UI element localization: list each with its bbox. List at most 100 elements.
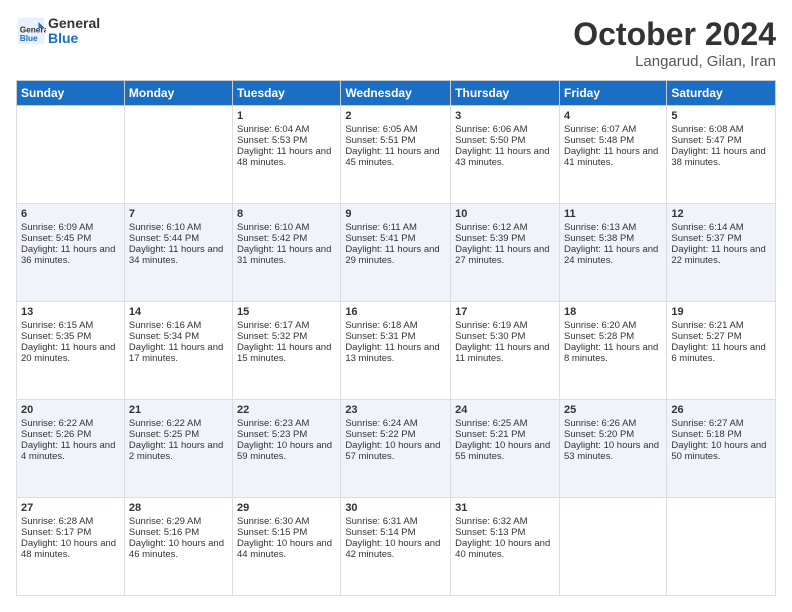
day-number: 21	[129, 404, 228, 416]
day-number: 25	[564, 404, 662, 416]
sunset: Sunset: 5:39 PM	[455, 233, 525, 244]
calendar-cell: 4Sunrise: 6:07 AMSunset: 5:48 PMDaylight…	[559, 106, 666, 204]
calendar-cell: 22Sunrise: 6:23 AMSunset: 5:23 PMDayligh…	[233, 400, 341, 498]
sunset: Sunset: 5:16 PM	[129, 527, 199, 538]
calendar-cell: 24Sunrise: 6:25 AMSunset: 5:21 PMDayligh…	[451, 400, 560, 498]
sunset: Sunset: 5:22 PM	[345, 429, 415, 440]
svg-text:Blue: Blue	[20, 34, 38, 43]
daylight: Daylight: 10 hours and 46 minutes.	[129, 538, 224, 560]
daylight: Daylight: 11 hours and 38 minutes.	[671, 146, 765, 168]
calendar-cell: 1Sunrise: 6:04 AMSunset: 5:53 PMDaylight…	[233, 106, 341, 204]
calendar-cell: 25Sunrise: 6:26 AMSunset: 5:20 PMDayligh…	[559, 400, 666, 498]
sunrise: Sunrise: 6:08 AM	[671, 124, 743, 135]
sunset: Sunset: 5:53 PM	[237, 135, 307, 146]
day-header-sunday: Sunday	[17, 81, 125, 106]
daylight: Daylight: 11 hours and 2 minutes.	[129, 440, 223, 462]
page: General Blue General Blue October 2024 L…	[0, 0, 792, 612]
sunset: Sunset: 5:20 PM	[564, 429, 634, 440]
calendar-cell: 30Sunrise: 6:31 AMSunset: 5:14 PMDayligh…	[341, 498, 451, 596]
sunset: Sunset: 5:30 PM	[455, 331, 525, 342]
daylight: Daylight: 10 hours and 55 minutes.	[455, 440, 550, 462]
daylight: Daylight: 10 hours and 48 minutes.	[21, 538, 116, 560]
daylight: Daylight: 11 hours and 31 minutes.	[237, 244, 331, 266]
sunrise: Sunrise: 6:27 AM	[671, 418, 743, 429]
calendar-cell	[559, 498, 666, 596]
calendar-cell: 12Sunrise: 6:14 AMSunset: 5:37 PMDayligh…	[667, 204, 776, 302]
sunset: Sunset: 5:45 PM	[21, 233, 91, 244]
daylight: Daylight: 11 hours and 43 minutes.	[455, 146, 549, 168]
daylight: Daylight: 11 hours and 24 minutes.	[564, 244, 658, 266]
logo: General Blue General Blue	[16, 16, 100, 47]
daylight: Daylight: 11 hours and 20 minutes.	[21, 342, 115, 364]
sunrise: Sunrise: 6:26 AM	[564, 418, 636, 429]
day-number: 15	[237, 306, 336, 318]
day-header-monday: Monday	[124, 81, 232, 106]
day-number: 1	[237, 110, 336, 122]
sunset: Sunset: 5:17 PM	[21, 527, 91, 538]
sunset: Sunset: 5:50 PM	[455, 135, 525, 146]
day-number: 20	[21, 404, 120, 416]
sunset: Sunset: 5:48 PM	[564, 135, 634, 146]
calendar-cell: 2Sunrise: 6:05 AMSunset: 5:51 PMDaylight…	[341, 106, 451, 204]
calendar-cell	[124, 106, 232, 204]
day-number: 29	[237, 502, 336, 514]
calendar-cell: 23Sunrise: 6:24 AMSunset: 5:22 PMDayligh…	[341, 400, 451, 498]
subtitle: Langarud, Gilan, Iran	[573, 53, 776, 70]
sunrise: Sunrise: 6:13 AM	[564, 222, 636, 233]
calendar-cell: 3Sunrise: 6:06 AMSunset: 5:50 PMDaylight…	[451, 106, 560, 204]
daylight: Daylight: 11 hours and 36 minutes.	[21, 244, 115, 266]
sunrise: Sunrise: 6:16 AM	[129, 320, 201, 331]
day-number: 11	[564, 208, 662, 220]
sunset: Sunset: 5:13 PM	[455, 527, 525, 538]
sunrise: Sunrise: 6:22 AM	[21, 418, 93, 429]
sunrise: Sunrise: 6:20 AM	[564, 320, 636, 331]
sunrise: Sunrise: 6:14 AM	[671, 222, 743, 233]
sunset: Sunset: 5:51 PM	[345, 135, 415, 146]
sunrise: Sunrise: 6:19 AM	[455, 320, 527, 331]
day-header-friday: Friday	[559, 81, 666, 106]
day-number: 18	[564, 306, 662, 318]
day-number: 19	[671, 306, 771, 318]
calendar-cell: 7Sunrise: 6:10 AMSunset: 5:44 PMDaylight…	[124, 204, 232, 302]
sunrise: Sunrise: 6:22 AM	[129, 418, 201, 429]
day-number: 17	[455, 306, 555, 318]
sunset: Sunset: 5:37 PM	[671, 233, 741, 244]
daylight: Daylight: 11 hours and 11 minutes.	[455, 342, 549, 364]
day-number: 3	[455, 110, 555, 122]
logo-general: General	[48, 16, 100, 31]
daylight: Daylight: 11 hours and 17 minutes.	[129, 342, 223, 364]
calendar-cell: 9Sunrise: 6:11 AMSunset: 5:41 PMDaylight…	[341, 204, 451, 302]
sunrise: Sunrise: 6:25 AM	[455, 418, 527, 429]
sunset: Sunset: 5:32 PM	[237, 331, 307, 342]
daylight: Daylight: 11 hours and 27 minutes.	[455, 244, 549, 266]
day-header-saturday: Saturday	[667, 81, 776, 106]
daylight: Daylight: 11 hours and 8 minutes.	[564, 342, 658, 364]
day-header-tuesday: Tuesday	[233, 81, 341, 106]
sunrise: Sunrise: 6:30 AM	[237, 516, 309, 527]
calendar-cell: 27Sunrise: 6:28 AMSunset: 5:17 PMDayligh…	[17, 498, 125, 596]
day-number: 31	[455, 502, 555, 514]
calendar-cell: 17 Sunrise: 6:19 AMSunset: 5:30 PMDayligh…	[451, 302, 560, 400]
calendar-cell: 21Sunrise: 6:22 AMSunset: 5:25 PMDayligh…	[124, 400, 232, 498]
calendar-cell: 20Sunrise: 6:22 AMSunset: 5:26 PMDayligh…	[17, 400, 125, 498]
day-number: 27	[21, 502, 120, 514]
calendar-cell: 11Sunrise: 6:13 AMSunset: 5:38 PMDayligh…	[559, 204, 666, 302]
sunset: Sunset: 5:21 PM	[455, 429, 525, 440]
sunset: Sunset: 5:44 PM	[129, 233, 199, 244]
day-number: 30	[345, 502, 446, 514]
sunrise: Sunrise: 6:12 AM	[455, 222, 527, 233]
day-number: 22	[237, 404, 336, 416]
main-title: October 2024	[573, 16, 776, 53]
day-number: 2	[345, 110, 446, 122]
sunset: Sunset: 5:35 PM	[21, 331, 91, 342]
sunset: Sunset: 5:41 PM	[345, 233, 415, 244]
sunset: Sunset: 5:15 PM	[237, 527, 307, 538]
daylight: Daylight: 11 hours and 15 minutes.	[237, 342, 331, 364]
calendar-cell: 10Sunrise: 6:12 AMSunset: 5:39 PMDayligh…	[451, 204, 560, 302]
sunset: Sunset: 5:34 PM	[129, 331, 199, 342]
sunrise: Sunrise: 6:21 AM	[671, 320, 743, 331]
day-number: 5	[671, 110, 771, 122]
sunset: Sunset: 5:26 PM	[21, 429, 91, 440]
calendar-cell: 5Sunrise: 6:08 AMSunset: 5:47 PMDaylight…	[667, 106, 776, 204]
sunrise: Sunrise: 6:11 AM	[345, 222, 417, 233]
